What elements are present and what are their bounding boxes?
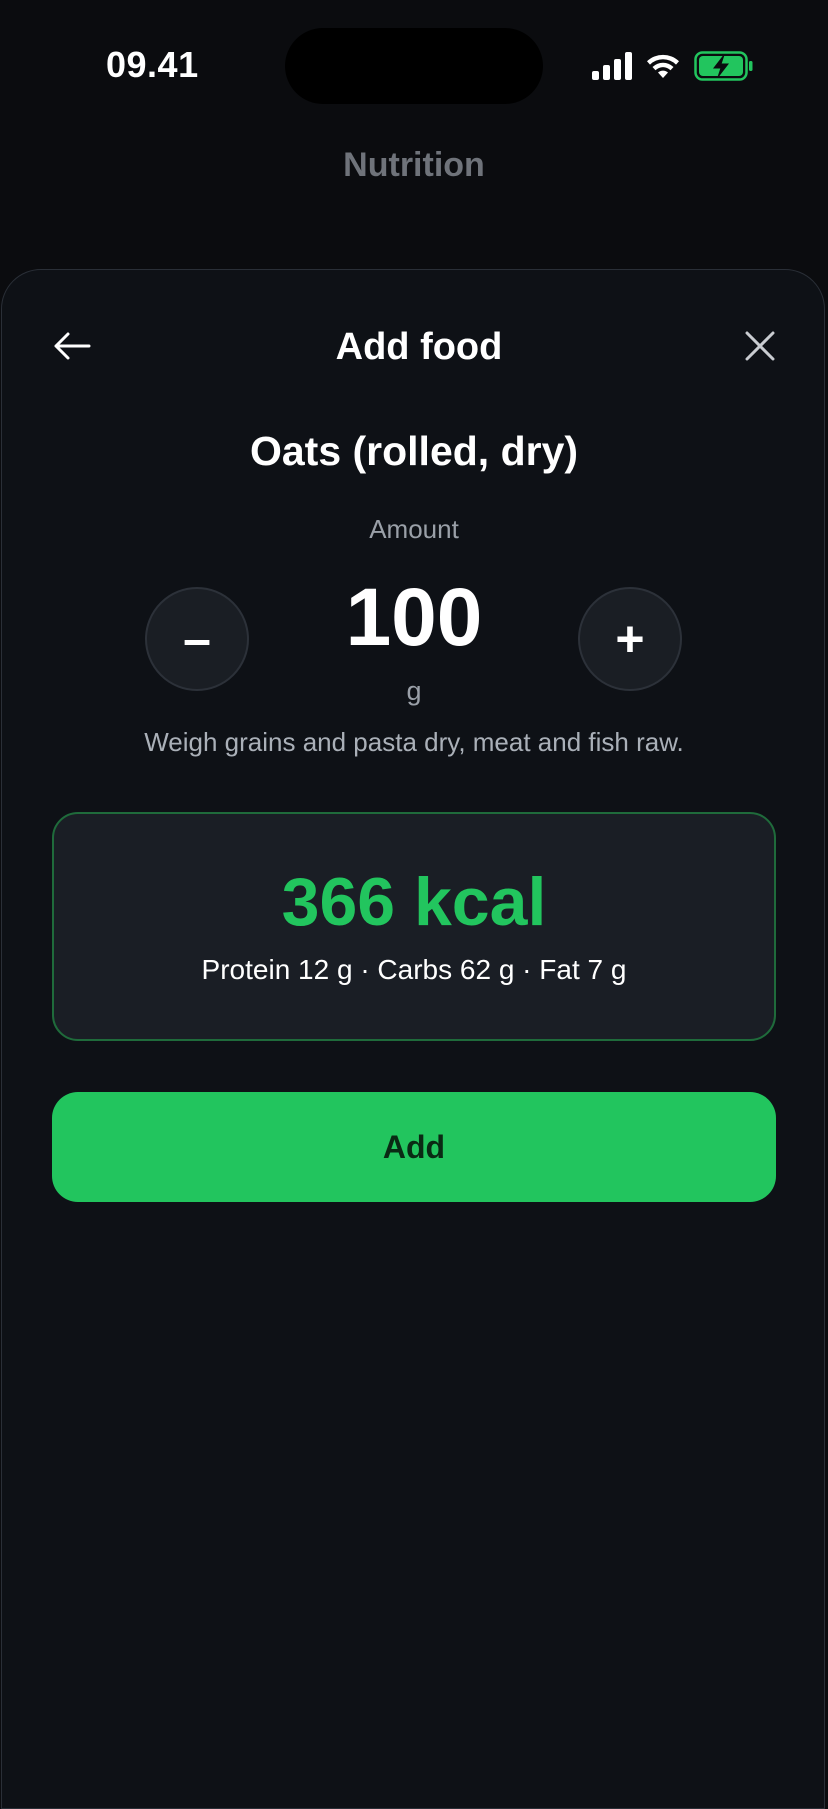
macros-summary: Protein 12 g · Carbs 62 g · Fat 7 g bbox=[201, 954, 627, 985]
sheet-title: Add food bbox=[335, 326, 503, 368]
weighing-hint: Weigh grains and pasta dry, meat and fis… bbox=[144, 727, 684, 757]
background-page-title: Nutrition bbox=[343, 146, 485, 184]
amount-label: Amount bbox=[369, 514, 459, 544]
food-name: Oats (rolled, dry) bbox=[249, 428, 579, 474]
amount-unit: g bbox=[406, 676, 422, 706]
close-icon bbox=[744, 330, 776, 367]
status-icons bbox=[592, 50, 754, 86]
battery-charging-icon bbox=[694, 50, 754, 86]
status-time: 09.41 bbox=[106, 44, 199, 85]
signal-icon bbox=[592, 51, 632, 85]
amount-value[interactable]: 100 bbox=[0, 568, 828, 668]
close-button[interactable] bbox=[738, 326, 782, 370]
dynamic-island bbox=[285, 28, 543, 104]
kcal-value: 366 kcal bbox=[281, 864, 547, 940]
add-button[interactable]: Add bbox=[52, 1092, 776, 1202]
wifi-icon bbox=[644, 52, 682, 85]
